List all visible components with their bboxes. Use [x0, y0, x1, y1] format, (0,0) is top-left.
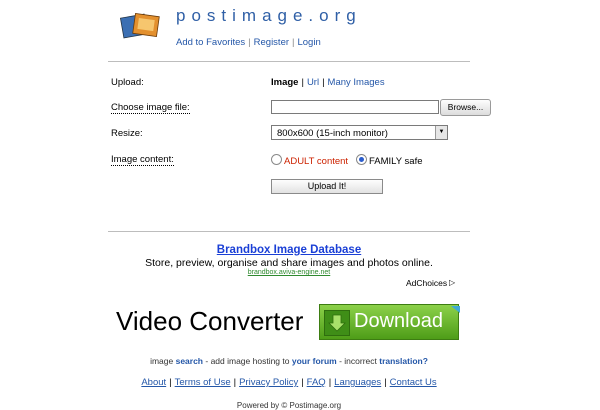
footer-tagline: image search - add image hosting to your…	[150, 356, 428, 366]
chevron-down-icon[interactable]: ▼	[435, 126, 447, 139]
ad-description: Store, preview, organise and share image…	[145, 257, 433, 269]
upload-mode-tabs: Image | Url | Many Images	[271, 77, 385, 88]
adult-radio[interactable]	[271, 154, 282, 165]
content-radio-group: ADULT content FAMILY safe	[271, 154, 423, 167]
ad-title-link[interactable]: Brandbox Image Database	[0, 244, 578, 256]
download-button-label: Download	[354, 310, 443, 332]
adchoices-icon[interactable]: ▷	[449, 278, 455, 287]
register-link[interactable]: Register	[254, 37, 289, 48]
upload-label: Upload:	[111, 77, 144, 88]
tab-many-images[interactable]: Many Images	[328, 77, 385, 88]
choose-file-label: Choose image file:	[111, 102, 190, 114]
download-button[interactable]: Download	[319, 304, 459, 340]
resize-selected-value: 800x600 (15-inch monitor)	[277, 128, 388, 139]
ad-info-icon[interactable]	[451, 300, 460, 313]
file-path-input[interactable]	[271, 100, 439, 114]
upload-button[interactable]: Upload It!	[271, 179, 383, 194]
top-links: Add to Favorites | Register | Login	[176, 37, 321, 48]
contact-link[interactable]: Contact Us	[390, 377, 437, 388]
divider	[108, 231, 470, 232]
privacy-link[interactable]: Privacy Policy	[239, 377, 298, 388]
download-arrow-icon	[324, 310, 350, 336]
footer-nav: About | Terms of Use | Privacy Policy | FAQ | La…	[141, 377, 437, 388]
resize-label: Resize:	[111, 128, 143, 139]
family-safe-radio[interactable]	[356, 154, 367, 165]
divider	[108, 61, 470, 62]
powered-by-text: Powered by © Postimage.org	[236, 401, 342, 410]
tab-url[interactable]: Url	[307, 77, 319, 88]
adult-option-label[interactable]: ADULT content	[284, 156, 348, 167]
adchoices-link[interactable]: AdChoices	[406, 278, 447, 288]
add-to-favorites-link[interactable]: Add to Favorites	[176, 37, 245, 48]
video-converter-banner-text[interactable]: Video Converter	[116, 306, 303, 337]
resize-select[interactable]: 800x600 (15-inch monitor) ▼	[271, 125, 448, 140]
your-forum-link[interactable]: your forum	[292, 356, 337, 366]
ad-url-link[interactable]: brandbox.aviva-engine.net	[0, 269, 578, 276]
site-title[interactable]: postimage.org	[176, 6, 362, 26]
about-link[interactable]: About	[141, 377, 166, 388]
search-link[interactable]: search	[176, 356, 203, 366]
image-content-label: Image content:	[111, 154, 174, 166]
terms-link[interactable]: Terms of Use	[175, 377, 231, 388]
languages-link[interactable]: Languages	[334, 377, 381, 388]
browse-button[interactable]: Browse...	[440, 99, 491, 116]
translation-link[interactable]: translation?	[379, 356, 428, 366]
family-safe-option-label[interactable]: FAMILY safe	[369, 156, 423, 167]
faq-link[interactable]: FAQ	[307, 377, 326, 388]
login-link[interactable]: Login	[297, 37, 320, 48]
tab-image[interactable]: Image	[271, 77, 298, 88]
postimage-logo-icon[interactable]	[119, 10, 162, 42]
